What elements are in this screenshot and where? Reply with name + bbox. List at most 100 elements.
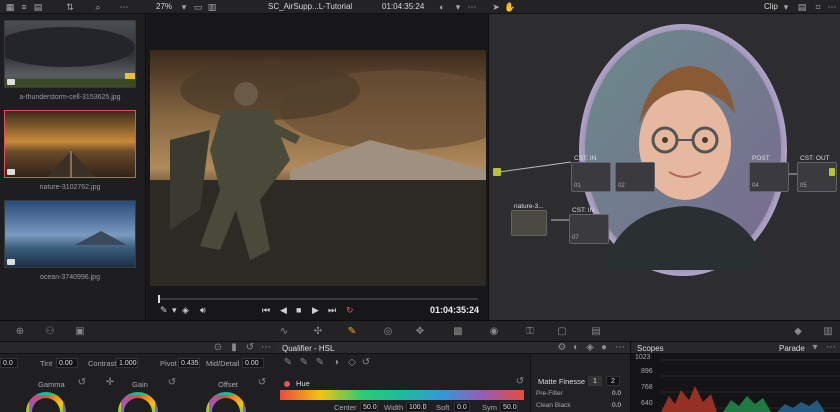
node-cst-out[interactable]: CST: OUT 05: [797, 155, 837, 192]
eyedropper-icon[interactable]: ✎: [282, 357, 294, 369]
blur-icon[interactable]: ◉: [488, 326, 500, 338]
playhead[interactable]: [158, 295, 160, 303]
center-field[interactable]: 50.0: [360, 402, 378, 412]
viewer-frame[interactable]: [150, 50, 486, 286]
key-icon[interactable]: ⚿: [524, 326, 536, 338]
more-icon[interactable]: ⋯: [825, 342, 837, 354]
magic-mask-icon[interactable]: ▩: [452, 326, 464, 338]
color-wheels-icon[interactable]: ▣: [74, 326, 86, 338]
reset-icon[interactable]: ↺: [360, 357, 372, 369]
matte-tab-1[interactable]: 1: [588, 376, 602, 386]
sizing-icon[interactable]: ▢: [556, 326, 568, 338]
bars-icon[interactable]: ▮: [228, 342, 240, 354]
clip-thumbnail-selected[interactable]: [4, 110, 136, 178]
target-icon[interactable]: ⊙: [212, 342, 224, 354]
search-icon[interactable]: ⌕: [92, 1, 104, 13]
hue-enable-icon[interactable]: [284, 381, 290, 387]
keyframes-icon[interactable]: ◆: [792, 326, 804, 338]
more-icon[interactable]: ⋯: [260, 342, 272, 354]
tint-field[interactable]: 0.00: [56, 358, 78, 368]
3d-icon[interactable]: ▤: [590, 326, 602, 338]
middetail-field[interactable]: 0.00: [242, 358, 264, 368]
view-icon[interactable]: ◐: [570, 342, 582, 354]
reset-icon[interactable]: ↺: [244, 342, 256, 354]
matte-tab-2[interactable]: 2: [606, 376, 620, 386]
left-value-field[interactable]: 0.0: [0, 358, 18, 368]
gamma-wheel[interactable]: [26, 392, 66, 412]
loop-icon[interactable]: ↻: [346, 305, 354, 316]
color-picker-icon[interactable]: ◐: [436, 1, 448, 13]
viewer-mode-icon[interactable]: ▭: [192, 1, 204, 13]
node-02[interactable]: 02: [615, 162, 655, 192]
camera-raw-icon[interactable]: ⊕: [14, 326, 26, 338]
eyedropper-minus-icon[interactable]: ✎: [314, 357, 326, 369]
source-input-icon[interactable]: [493, 168, 501, 176]
step-back-icon[interactable]: ◀: [280, 305, 287, 316]
color-match-icon[interactable]: ⚇: [44, 326, 56, 338]
eyedropper-plus-icon[interactable]: ✎: [298, 357, 310, 369]
tracker-icon[interactable]: ✥: [414, 326, 426, 338]
volume-icon[interactable]: 🔊︎: [200, 305, 206, 316]
invert-icon[interactable]: ◑: [330, 357, 342, 369]
chevron-down-icon[interactable]: ▾: [178, 1, 190, 13]
scope-mode-select[interactable]: Parade: [779, 344, 805, 353]
chevron-down-icon[interactable]: ▾: [172, 305, 177, 316]
grid-view-icon[interactable]: ▦: [4, 1, 16, 13]
node-graph-icon[interactable]: ⌗: [812, 1, 824, 13]
node-cst-in-07[interactable]: CST: IN 07: [569, 207, 609, 244]
more-icon[interactable]: ⋯: [614, 342, 626, 354]
scopes-icon[interactable]: ▥: [822, 326, 834, 338]
options-icon[interactable]: ⋯: [118, 1, 130, 13]
reset-icon[interactable]: ↺: [514, 376, 526, 388]
soft-field[interactable]: 0.0: [454, 402, 470, 412]
chevron-down-icon[interactable]: ▾: [809, 342, 821, 354]
node-list-icon[interactable]: ▤: [796, 1, 808, 13]
timeline-scrubber[interactable]: [158, 295, 478, 303]
pivot-field[interactable]: 0.435: [178, 358, 200, 368]
offset-wheel[interactable]: [206, 392, 246, 412]
list-view-icon[interactable]: ≡: [18, 1, 30, 13]
settings-icon[interactable]: ⚙: [556, 342, 568, 354]
hand-icon[interactable]: ✋: [504, 1, 516, 13]
node-post[interactable]: POST 04: [749, 155, 789, 192]
eyedropper-icon[interactable]: ✎: [160, 305, 168, 316]
clip-thumbnail[interactable]: [4, 200, 136, 268]
node-mode-select[interactable]: Clip: [764, 2, 778, 11]
highlight-icon[interactable]: ◈: [584, 342, 596, 354]
skip-back-icon[interactable]: ⏮︎: [262, 305, 270, 316]
contrast-field[interactable]: 1.000: [116, 358, 138, 368]
clip-thumbnail[interactable]: [4, 20, 136, 88]
cleanblack-value[interactable]: 0.0: [612, 402, 621, 409]
output-icon[interactable]: [829, 168, 835, 176]
more-icon[interactable]: ⋯: [826, 1, 838, 13]
qualifier-icon[interactable]: ✎: [346, 326, 358, 338]
node-cst-in[interactable]: CST: IN 01: [571, 155, 611, 192]
play-icon[interactable]: ▶: [312, 305, 319, 316]
window-icon[interactable]: ◎: [382, 326, 394, 338]
crosshair-icon[interactable]: ✛: [104, 377, 116, 389]
layers-icon[interactable]: ◈: [182, 305, 189, 316]
prefilter-value[interactable]: 0.0: [612, 390, 621, 397]
thumbnail-view-icon[interactable]: ▤: [32, 1, 44, 13]
zoom-level[interactable]: 27%: [156, 2, 172, 11]
sort-icon[interactable]: ⇅: [64, 1, 76, 13]
skip-forward-icon[interactable]: ⏭︎: [328, 305, 336, 316]
color-warper-icon[interactable]: ✣: [312, 326, 324, 338]
chevron-down-icon[interactable]: ▾: [452, 1, 464, 13]
more-icon[interactable]: ⋯: [466, 1, 478, 13]
viewer-split-icon[interactable]: ▥: [206, 1, 218, 13]
reset-icon[interactable]: ↺: [256, 377, 268, 389]
curves-icon[interactable]: ∿: [278, 326, 290, 338]
reset-icon[interactable]: ↺: [76, 377, 88, 389]
pointer-icon[interactable]: ➤: [490, 1, 502, 13]
sym-field[interactable]: 50.0: [500, 402, 518, 412]
gain-wheel[interactable]: [118, 392, 158, 412]
chevron-down-icon[interactable]: ▾: [780, 1, 792, 13]
stop-icon[interactable]: ■: [296, 305, 301, 315]
color-icon[interactable]: ●: [598, 342, 610, 354]
soften-icon[interactable]: ◇: [346, 357, 358, 369]
node-source-clip[interactable]: nature-3...: [511, 203, 547, 236]
reset-icon[interactable]: ↺: [166, 377, 178, 389]
width-field[interactable]: 100.0: [406, 402, 427, 412]
hue-range-bar[interactable]: [280, 390, 524, 400]
